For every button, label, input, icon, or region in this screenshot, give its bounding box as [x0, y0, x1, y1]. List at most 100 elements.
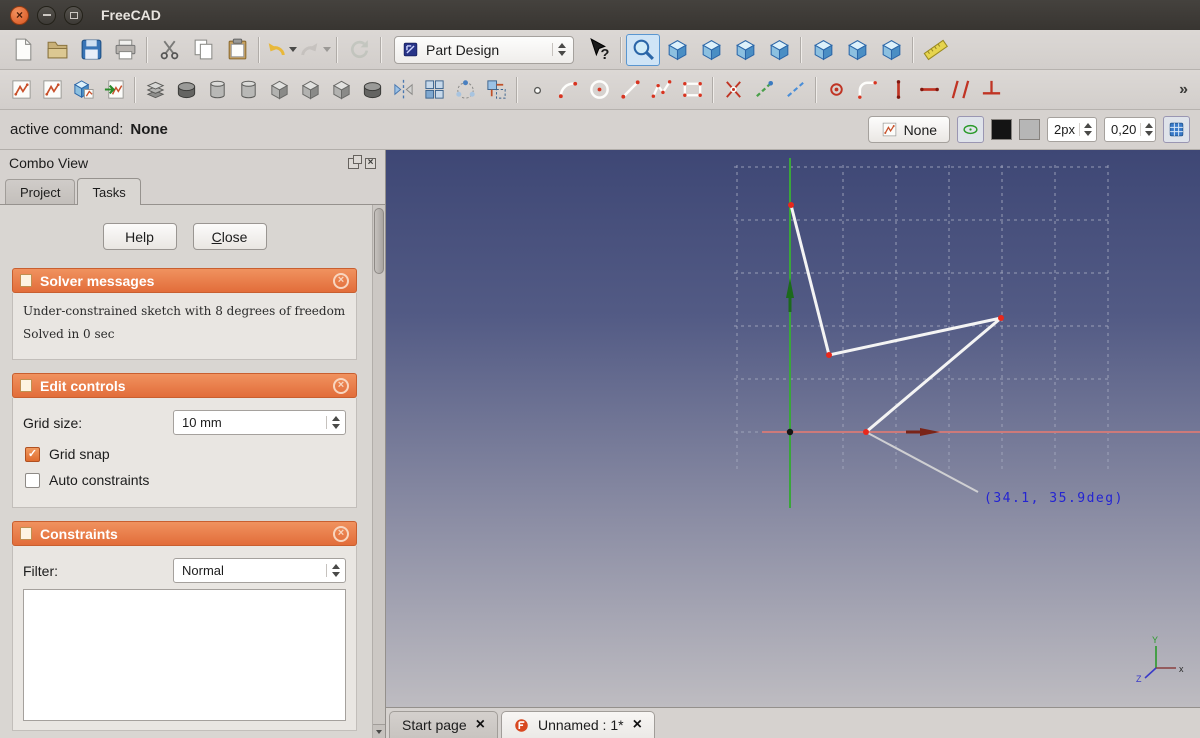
constrain-perpendicular-button[interactable]	[976, 74, 1007, 105]
sketch-vertex[interactable]	[826, 352, 832, 358]
leave-sketch-button[interactable]	[99, 74, 130, 105]
right-view-button[interactable]	[762, 34, 796, 66]
line-width-spinbox[interactable]: 2px	[1047, 117, 1097, 142]
pocket-button[interactable]	[171, 74, 202, 105]
sketch-canvas[interactable]: (34.1, 35.9deg)YxZ	[386, 150, 1200, 707]
rear-view-button[interactable]	[806, 34, 840, 66]
dropdown-caret-icon[interactable]	[289, 47, 297, 52]
ellipse-tool-button[interactable]	[957, 116, 984, 143]
trim-edge-button[interactable]	[718, 74, 749, 105]
sketch-vertex[interactable]	[863, 429, 869, 435]
edit-mode-button[interactable]: None	[868, 116, 950, 143]
whats-this-button[interactable]	[582, 34, 616, 66]
panel-scrollbar[interactable]	[372, 205, 385, 738]
axonometric-view-button[interactable]	[660, 34, 694, 66]
origin-point[interactable]	[787, 429, 793, 435]
window-maximize-button[interactable]	[64, 6, 83, 25]
linear-pattern-button[interactable]	[419, 74, 450, 105]
create-arc-button[interactable]	[553, 74, 584, 105]
left-view-button[interactable]	[874, 34, 908, 66]
undo-button[interactable]	[264, 34, 298, 66]
spinner-arrows-icon[interactable]	[552, 43, 566, 56]
dropdown-caret-icon[interactable]	[323, 47, 331, 52]
spinner-arrows-icon[interactable]	[1079, 123, 1092, 136]
sketch-vertex[interactable]	[788, 202, 794, 208]
point-size-spinbox[interactable]: 0,20	[1104, 117, 1156, 142]
front-view-button[interactable]	[694, 34, 728, 66]
create-circle-button[interactable]	[584, 74, 615, 105]
top-view-button[interactable]	[728, 34, 762, 66]
constraints-list[interactable]	[23, 589, 346, 721]
grid-size-select[interactable]: 10 mm	[173, 410, 346, 435]
workbench-select[interactable]: Part Design	[394, 36, 574, 64]
external-geometry-button[interactable]	[749, 74, 780, 105]
window-title: FreeCAD	[101, 7, 161, 23]
create-fillet-button[interactable]	[852, 74, 883, 105]
window-close-button[interactable]: ×	[10, 6, 29, 25]
measure-distance-button[interactable]	[918, 34, 952, 66]
constrain-coincident-button[interactable]	[821, 74, 852, 105]
toolbar-overflow-button[interactable]: »	[1173, 81, 1194, 99]
close-tab-icon[interactable]: ×	[476, 717, 485, 733]
polar-pattern-button[interactable]	[450, 74, 481, 105]
constraints-header[interactable]: Constraints ×	[12, 521, 357, 546]
spinner-arrows-icon[interactable]	[326, 564, 340, 577]
new-sketch-button[interactable]	[6, 74, 37, 105]
auto-constraints-checkbox[interactable]	[25, 473, 40, 488]
mirrored-button[interactable]	[388, 74, 419, 105]
create-rectangle-button[interactable]	[677, 74, 708, 105]
tab-project[interactable]: Project	[5, 179, 75, 204]
line-color-swatch[interactable]	[991, 119, 1012, 140]
edit-sketch-button[interactable]	[37, 74, 68, 105]
close-button[interactable]: Close	[193, 223, 267, 250]
constraint-filter-select[interactable]: Normal	[173, 558, 346, 583]
window-minimize-button[interactable]	[37, 6, 56, 25]
pad-button[interactable]	[140, 74, 171, 105]
bottom-view-button[interactable]	[840, 34, 874, 66]
revolution-button[interactable]	[202, 74, 233, 105]
chamfer-button[interactable]	[295, 74, 326, 105]
face-color-swatch[interactable]	[1019, 119, 1040, 140]
edit-controls-header[interactable]: Edit controls ×	[12, 373, 357, 398]
sketch-vertex[interactable]	[998, 315, 1004, 321]
create-line-button[interactable]	[615, 74, 646, 105]
3d-viewport[interactable]: (34.1, 35.9deg)YxZ	[386, 150, 1200, 707]
copy-button[interactable]	[186, 34, 220, 66]
constrain-vertical-button[interactable]	[883, 74, 914, 105]
create-polyline-button[interactable]	[646, 74, 677, 105]
help-button[interactable]: Help	[103, 223, 177, 250]
save-document-button[interactable]	[74, 34, 108, 66]
fillet-button[interactable]	[264, 74, 295, 105]
spinner-arrows-icon[interactable]	[1140, 123, 1153, 136]
tab-tasks[interactable]: Tasks	[77, 178, 140, 205]
spinner-arrows-icon[interactable]	[326, 416, 340, 429]
multitransform-button[interactable]	[481, 74, 512, 105]
thickness-button[interactable]	[357, 74, 388, 105]
solver-messages-header[interactable]: Solver messages ×	[12, 268, 357, 293]
toggle-construction-button[interactable]	[780, 74, 811, 105]
document-tab-unnamed-1[interactable]: Unnamed : 1*×	[501, 711, 655, 738]
float-panel-icon[interactable]	[348, 158, 359, 169]
cut-button[interactable]	[152, 34, 186, 66]
close-tab-icon[interactable]: ×	[633, 717, 642, 733]
open-document-button[interactable]	[40, 34, 74, 66]
constrain-horizontal-button[interactable]	[914, 74, 945, 105]
document-tab-start-page[interactable]: Start page×	[389, 711, 498, 738]
collapse-section-icon[interactable]: ×	[333, 273, 349, 289]
new-document-button[interactable]	[6, 34, 40, 66]
collapse-section-icon[interactable]: ×	[333, 526, 349, 542]
fit-all-button[interactable]	[626, 34, 660, 66]
collapse-section-icon[interactable]: ×	[333, 378, 349, 394]
grid-snap-checkbox[interactable]	[25, 447, 40, 462]
draft-button[interactable]	[326, 74, 357, 105]
scrollbar-down-button[interactable]	[373, 724, 385, 738]
close-panel-icon[interactable]	[365, 158, 376, 169]
paste-button[interactable]	[220, 34, 254, 66]
constrain-parallel-button[interactable]	[945, 74, 976, 105]
print-button[interactable]	[108, 34, 142, 66]
groove-button[interactable]	[233, 74, 264, 105]
scrollbar-thumb[interactable]	[374, 208, 384, 274]
grid-toggle-button[interactable]	[1163, 116, 1190, 143]
create-point-button[interactable]	[522, 74, 553, 105]
map-sketch-button[interactable]	[68, 74, 99, 105]
